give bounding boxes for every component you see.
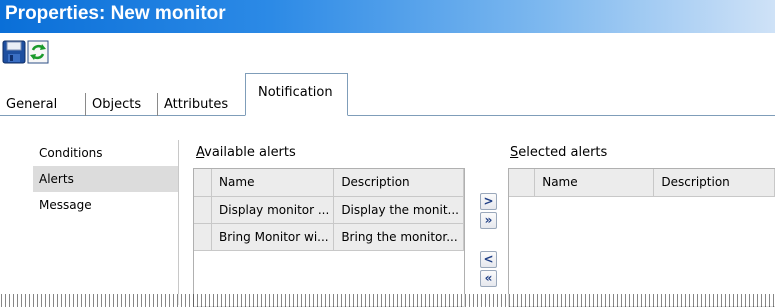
- add-all-alerts-button[interactable]: »: [480, 212, 497, 229]
- tab-objects[interactable]: Objects: [85, 93, 147, 116]
- selected-alerts-grid: Name Description: [508, 168, 775, 307]
- alert-description-cell: Display the monit...: [333, 196, 464, 224]
- remove-alert-button[interactable]: <: [480, 251, 497, 268]
- available-alerts-accel: A: [196, 145, 205, 160]
- tab-general[interactable]: General: [0, 93, 63, 116]
- available-alerts-grid: Name Description Display monitor ... Dis…: [193, 168, 465, 307]
- alert-name-cell: Bring Monitor wi...: [211, 223, 335, 251]
- selected-alerts-label-text: elected alerts: [518, 145, 608, 160]
- alert-description-cell: Bring the monitor...: [333, 223, 464, 251]
- row-selector[interactable]: [194, 196, 213, 224]
- table-header-row: Name Description: [509, 169, 775, 197]
- sidebar-item-conditions[interactable]: Conditions: [33, 140, 178, 166]
- column-header-description[interactable]: Description: [653, 169, 775, 197]
- tab-attributes[interactable]: Attributes: [157, 93, 234, 116]
- tab-strip: General Objects Attributes Notification: [0, 70, 775, 116]
- available-alerts-label-text: vailable alerts: [204, 145, 296, 160]
- sidebar-item-alerts[interactable]: Alerts: [33, 166, 178, 192]
- column-header-name[interactable]: Name: [534, 169, 655, 197]
- tab-notification[interactable]: Notification: [245, 73, 348, 116]
- table-header-row: Name Description: [194, 169, 464, 197]
- column-header-name[interactable]: Name: [211, 169, 335, 197]
- table-row[interactable]: Bring Monitor wi... Bring the monitor...: [194, 223, 464, 251]
- table-row[interactable]: Display monitor ... Display the monit...: [194, 196, 464, 224]
- notification-sidebar: Conditions Alerts Message: [33, 140, 179, 305]
- obscured-text-strip: [0, 294, 775, 307]
- selected-alerts-label: Selected alerts: [510, 145, 607, 160]
- toolbar: [0, 37, 775, 67]
- remove-all-alerts-button[interactable]: «: [480, 270, 497, 287]
- refresh-icon[interactable]: [27, 40, 51, 64]
- save-icon[interactable]: [2, 40, 26, 64]
- row-selector-header: [194, 169, 213, 197]
- column-header-description[interactable]: Description: [333, 169, 464, 197]
- sidebar-item-message[interactable]: Message: [33, 192, 178, 218]
- row-selector-header: [509, 169, 536, 197]
- row-selector[interactable]: [194, 223, 213, 251]
- add-alert-button[interactable]: >: [480, 193, 497, 210]
- alert-name-cell: Display monitor ...: [211, 196, 335, 224]
- window-title: Properties: New monitor: [0, 0, 775, 33]
- available-alerts-label: Available alerts: [196, 145, 296, 160]
